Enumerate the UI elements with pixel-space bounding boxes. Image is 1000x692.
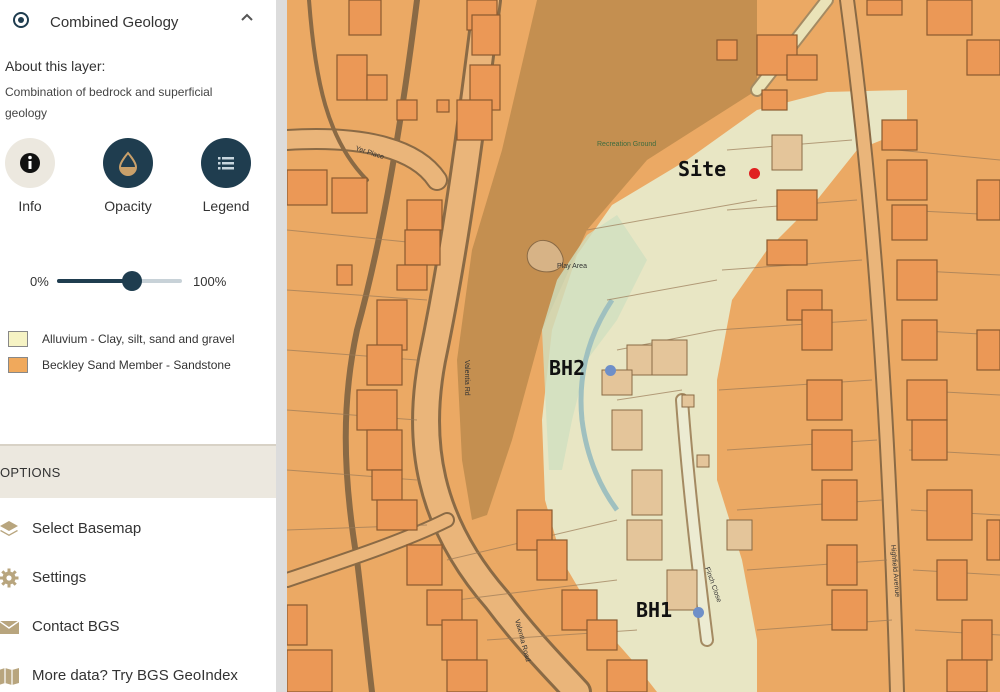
legend-label: Legend bbox=[202, 198, 250, 214]
bh1-marker[interactable] bbox=[693, 607, 704, 618]
map-view[interactable]: Recreation Ground Play Area Valentia Rd … bbox=[287, 0, 1000, 692]
list-icon bbox=[218, 157, 234, 170]
envelope-icon bbox=[0, 620, 20, 634]
options-header-label: OPTIONS bbox=[0, 465, 61, 480]
opacity-slider-fill bbox=[57, 279, 132, 283]
layer-radio[interactable] bbox=[13, 12, 29, 28]
site-marker-label: Site bbox=[678, 157, 727, 181]
site-marker[interactable] bbox=[749, 168, 760, 179]
info-label: Info bbox=[18, 198, 42, 214]
slider-min-label: 0% bbox=[30, 274, 49, 289]
opacity-slider[interactable] bbox=[57, 271, 182, 291]
info-icon bbox=[20, 153, 40, 173]
recreation-ground-label: Recreation Ground bbox=[597, 141, 656, 148]
layer-title: Combined Geology bbox=[50, 14, 179, 31]
legend-swatch-sandstone bbox=[8, 357, 28, 373]
opacity-drop-icon bbox=[118, 151, 138, 176]
layer-sidebar: Combined Geology About this layer: Combi… bbox=[0, 0, 276, 692]
map-canvas: Recreation Ground Play Area Valentia Rd … bbox=[287, 0, 1000, 692]
legend-label: Alluvium - Clay, silt, sand and gravel bbox=[42, 332, 235, 346]
bh1-marker-label: BH1 bbox=[636, 598, 673, 622]
map-icon bbox=[0, 668, 19, 685]
opacity-label: Opacity bbox=[104, 198, 152, 214]
opacity-slider-thumb[interactable] bbox=[122, 271, 142, 291]
gear-icon bbox=[0, 568, 19, 588]
opacity-button[interactable] bbox=[103, 138, 153, 188]
geoindex-label: More data? Try BGS GeoIndex bbox=[32, 667, 238, 684]
geoindex-item[interactable]: More data? Try BGS GeoIndex bbox=[0, 657, 276, 692]
settings-label: Settings bbox=[32, 569, 87, 586]
about-title: About this layer: bbox=[5, 58, 106, 74]
legend-label: Beckley Sand Member - Sandstone bbox=[42, 358, 231, 372]
road-label: Valentia Rd bbox=[463, 360, 470, 396]
legend-button[interactable] bbox=[201, 138, 251, 188]
select-basemap-item[interactable]: Select Basemap bbox=[0, 510, 276, 550]
bh2-marker-label: BH2 bbox=[549, 356, 586, 380]
bh2-marker[interactable] bbox=[605, 365, 616, 376]
info-button[interactable] bbox=[5, 138, 55, 188]
select-basemap-label: Select Basemap bbox=[32, 520, 142, 537]
layer-header[interactable]: Combined Geology bbox=[0, 0, 276, 44]
layers-icon bbox=[0, 521, 18, 536]
panel-divider[interactable] bbox=[276, 0, 287, 692]
about-text: Combination of bedrock and superficial g… bbox=[5, 85, 213, 120]
contact-bgs-item[interactable]: Contact BGS bbox=[0, 608, 276, 648]
legend-swatch-alluvium bbox=[8, 331, 28, 347]
settings-item[interactable]: Settings bbox=[0, 559, 276, 599]
options-header: OPTIONS bbox=[0, 444, 276, 498]
chevron-up-icon[interactable] bbox=[240, 10, 254, 24]
contact-bgs-label: Contact BGS bbox=[32, 618, 120, 635]
play-area-label: Play Area bbox=[557, 263, 587, 270]
slider-max-label: 100% bbox=[193, 274, 227, 289]
